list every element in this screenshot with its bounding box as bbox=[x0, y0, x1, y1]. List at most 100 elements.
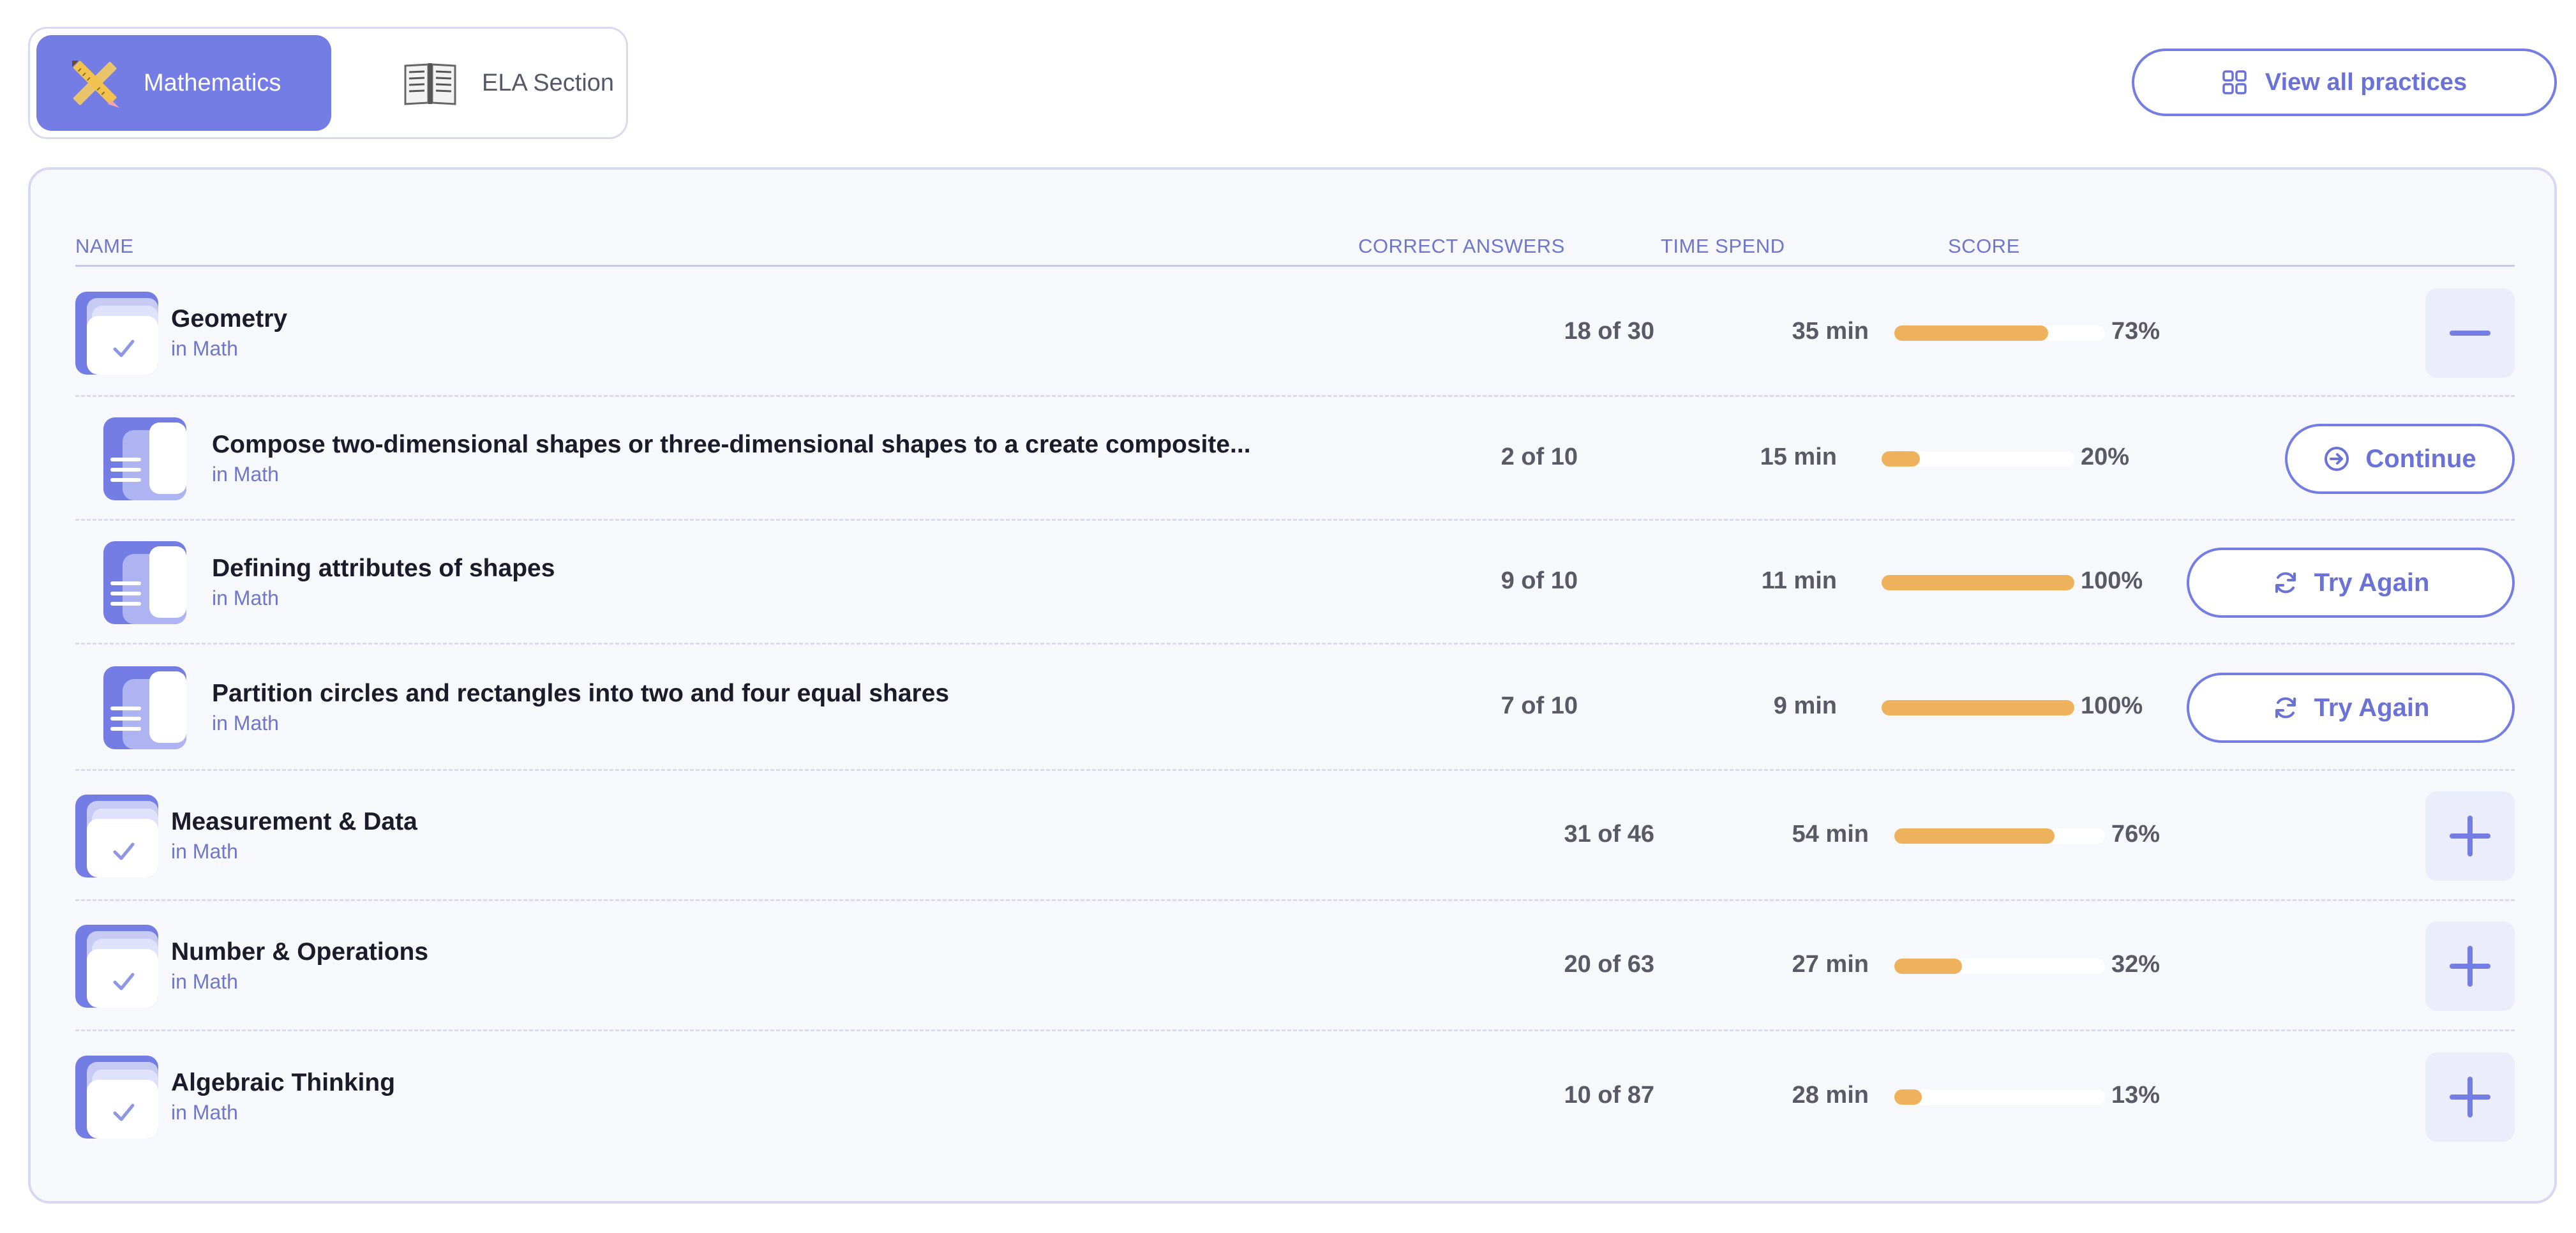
correct-answers: 9 of 10 bbox=[1501, 567, 1578, 594]
time-spend: 11 min bbox=[1761, 567, 1837, 594]
row-subtitle: in Math bbox=[171, 337, 238, 360]
practice-row: Partition circles and rectangles into tw… bbox=[75, 645, 2515, 771]
practices-panel: NAME CORRECT ANSWERS TIME SPEND SCORE Ge… bbox=[28, 167, 2557, 1204]
document-list-icon bbox=[103, 417, 186, 500]
tab-ela-section[interactable]: ELA Section bbox=[349, 35, 624, 131]
score-progress-bar bbox=[1894, 325, 2105, 341]
plus-icon bbox=[2450, 816, 2490, 856]
category-row: Geometry in Math 18 of 30 35 min 73% bbox=[75, 269, 2515, 397]
document-list-icon bbox=[103, 541, 186, 624]
correct-answers: 18 of 30 bbox=[1564, 318, 1654, 345]
score-progress-fill bbox=[1894, 325, 2048, 341]
expand-button[interactable] bbox=[2425, 922, 2515, 1011]
row-icon bbox=[75, 417, 197, 500]
row-icon bbox=[75, 1056, 197, 1139]
plus-icon bbox=[2450, 946, 2490, 987]
practice-row: Defining attributes of shapes in Math 9 … bbox=[75, 521, 2515, 645]
score-progress-fill bbox=[1894, 828, 2055, 844]
score-progress-bar bbox=[1894, 828, 2105, 844]
header-name: NAME bbox=[75, 235, 134, 257]
score-percent: 100% bbox=[2081, 567, 2143, 594]
row-subtitle: in Math bbox=[212, 712, 279, 735]
row-icon bbox=[75, 292, 197, 375]
action-label: Continue bbox=[2365, 444, 2476, 473]
score-progress-fill bbox=[1882, 575, 2074, 590]
row-subtitle: in Math bbox=[212, 587, 279, 609]
subject-switcher: Mathematics ELA Section bbox=[28, 27, 628, 139]
score-percent: 76% bbox=[2111, 821, 2160, 848]
action-label: Try Again bbox=[2314, 568, 2430, 597]
view-all-practices-button[interactable]: View all practices bbox=[2132, 49, 2557, 116]
row-icon bbox=[75, 925, 197, 1008]
score-progress-fill bbox=[1882, 451, 1921, 467]
category-row: Number & Operations in Math 20 of 63 27 … bbox=[75, 901, 2515, 1031]
book-icon bbox=[404, 63, 456, 105]
row-subtitle: in Math bbox=[212, 463, 279, 486]
row-icon bbox=[75, 666, 197, 749]
score-percent: 32% bbox=[2111, 951, 2160, 978]
time-spend: 9 min bbox=[1773, 692, 1837, 719]
score-progress-fill bbox=[1894, 959, 1962, 974]
score-percent: 100% bbox=[2081, 692, 2143, 719]
correct-answers: 20 of 63 bbox=[1564, 951, 1654, 978]
row-title: Number & Operations bbox=[171, 938, 429, 966]
grid-icon bbox=[2222, 70, 2247, 94]
action-label: Try Again bbox=[2314, 693, 2430, 722]
header-correct-answers: CORRECT ANSWERS bbox=[1358, 235, 1565, 257]
header-score: SCORE bbox=[1948, 235, 2020, 257]
checklist-folder-icon bbox=[75, 795, 158, 878]
row-title: Algebraic Thinking bbox=[171, 1069, 396, 1096]
time-spend: 54 min bbox=[1792, 821, 1869, 848]
checklist-folder-icon bbox=[75, 292, 158, 375]
score-percent: 13% bbox=[2111, 1082, 2160, 1109]
score-progress-bar bbox=[1894, 1089, 2105, 1105]
refresh-icon bbox=[2275, 572, 2296, 594]
score-progress-bar bbox=[1882, 700, 2074, 715]
header-time-spend: TIME SPEND bbox=[1661, 235, 1785, 257]
row-icon bbox=[75, 541, 197, 624]
correct-answers: 7 of 10 bbox=[1501, 692, 1578, 719]
plus-icon bbox=[2450, 1077, 2490, 1117]
category-row: Algebraic Thinking in Math 10 of 87 28 m… bbox=[75, 1031, 2515, 1163]
correct-answers: 2 of 10 bbox=[1501, 444, 1578, 470]
score-progress-bar bbox=[1882, 575, 2074, 590]
tab-mathematics[interactable]: Mathematics bbox=[36, 35, 331, 131]
row-subtitle: in Math bbox=[171, 840, 238, 863]
row-subtitle: in Math bbox=[171, 970, 238, 993]
time-spend: 28 min bbox=[1792, 1082, 1869, 1109]
row-title: Compose two-dimensional shapes or three-… bbox=[212, 431, 1251, 458]
correct-answers: 31 of 46 bbox=[1564, 821, 1654, 848]
score-percent: 20% bbox=[2081, 444, 2130, 470]
score-progress-fill bbox=[1894, 1089, 1922, 1105]
row-title: Partition circles and rectangles into tw… bbox=[212, 680, 950, 707]
expand-button[interactable] bbox=[2425, 791, 2515, 881]
score-progress-bar bbox=[1882, 451, 2074, 467]
practice-row: Compose two-dimensional shapes or three-… bbox=[75, 397, 2515, 521]
minus-icon bbox=[2450, 331, 2490, 336]
time-spend: 15 min bbox=[1760, 444, 1837, 470]
view-all-label: View all practices bbox=[2265, 68, 2467, 96]
try-again-button[interactable]: Try Again bbox=[2187, 673, 2515, 743]
row-subtitle: in Math bbox=[171, 1101, 238, 1124]
correct-answers: 10 of 87 bbox=[1564, 1082, 1654, 1109]
expand-button[interactable] bbox=[2425, 1052, 2515, 1142]
score-progress-bar bbox=[1894, 959, 2105, 974]
score-progress-fill bbox=[1882, 700, 2074, 715]
refresh-icon bbox=[2275, 697, 2296, 719]
arrow-circle-right-icon bbox=[2325, 447, 2349, 471]
checklist-folder-icon bbox=[75, 925, 158, 1008]
time-spend: 27 min bbox=[1792, 951, 1869, 978]
time-spend: 35 min bbox=[1792, 318, 1869, 345]
score-percent: 73% bbox=[2111, 318, 2160, 345]
checklist-folder-icon bbox=[75, 1056, 158, 1139]
collapse-button[interactable] bbox=[2425, 288, 2515, 378]
document-list-icon bbox=[103, 666, 186, 749]
continue-button[interactable]: Continue bbox=[2285, 424, 2515, 494]
row-title: Geometry bbox=[171, 305, 288, 333]
row-title: Defining attributes of shapes bbox=[212, 555, 555, 582]
try-again-button[interactable]: Try Again bbox=[2187, 548, 2515, 618]
row-title: Measurement & Data bbox=[171, 808, 417, 835]
row-icon bbox=[75, 795, 197, 878]
pencil-ruler-icon bbox=[72, 61, 119, 108]
table-header: NAME CORRECT ANSWERS TIME SPEND SCORE bbox=[75, 231, 2515, 267]
